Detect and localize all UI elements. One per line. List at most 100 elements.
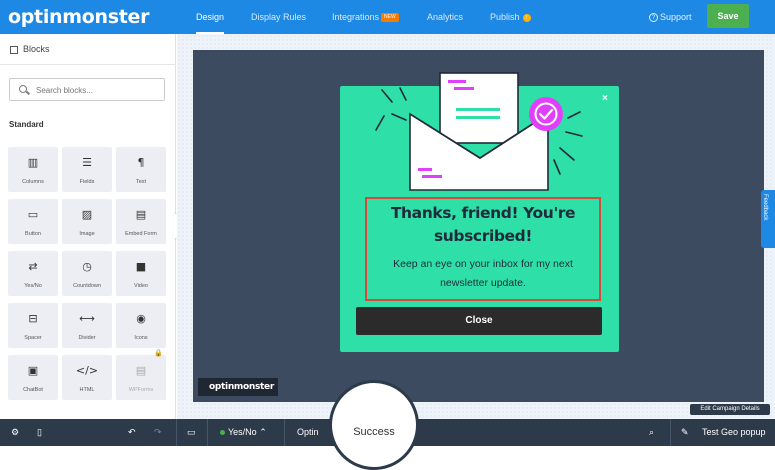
icons-icon: ◉	[136, 312, 146, 325]
tab-integrations[interactable]: Integrations NEW	[332, 0, 399, 34]
block-text[interactable]: ¶ Text	[116, 147, 166, 192]
view-selector-yes-no[interactable]: Yes/No ⌃	[220, 419, 267, 446]
view-optin-tab[interactable]: Optin	[297, 419, 319, 446]
embed-form-icon: ▤	[135, 208, 147, 221]
chevron-up-icon: ⌃	[259, 427, 267, 437]
block-icons[interactable]: ◉ Icons	[116, 303, 166, 348]
divider-icon: ⟷	[79, 312, 95, 325]
columns-icon: ▥	[27, 156, 39, 169]
tab-analytics-label: Analytics	[427, 12, 464, 22]
block-fields[interactable]: ☰ Fields	[62, 147, 112, 192]
support-label: Support	[660, 12, 692, 22]
separator	[284, 419, 285, 446]
lock-icon: 🔒	[154, 350, 163, 357]
block-label: Countdown	[73, 283, 101, 289]
optinmonster-logo[interactable]: optinmonster	[8, 6, 150, 28]
settings-gear-icon[interactable]: ⚙	[11, 419, 19, 446]
undo-icon[interactable]: ↶	[128, 419, 136, 446]
envelope-illustration	[375, 72, 583, 191]
block-label: Button	[25, 231, 41, 237]
block-label: Embed Form	[125, 231, 157, 237]
top-nav-bar: optinmonster Design Display Rules Integr…	[0, 0, 775, 34]
redo-icon[interactable]: ↷	[154, 419, 162, 446]
feedback-label: Feedback	[762, 194, 768, 221]
search-icon[interactable]: ⌕	[649, 419, 654, 446]
separator	[207, 419, 208, 446]
block-label: Yes/No	[24, 283, 42, 289]
support-link[interactable]: ? Support	[649, 0, 692, 34]
block-button[interactable]: ▭ Button	[8, 199, 58, 244]
tab-integrations-label: Integrations	[332, 12, 380, 22]
image-icon: ▨	[81, 208, 93, 221]
separator	[670, 419, 671, 446]
optinmonster-branding: optinmonster	[198, 378, 278, 396]
block-label: ChatBot	[23, 387, 43, 393]
edit-campaign-tooltip: Edit Campaign Details	[690, 404, 770, 415]
tab-display-rules[interactable]: Display Rules	[251, 0, 306, 34]
tab-design-label: Design	[196, 12, 225, 22]
help-icon: ?	[649, 13, 658, 23]
block-label: Video	[134, 283, 148, 289]
search-input[interactable]	[36, 83, 156, 97]
blocks-sidebar: Blocks Standard ▥ Columns ☰ Fields ¶ Text ▭ But…	[0, 34, 176, 419]
publish-alert-badge: !	[522, 13, 531, 22]
separator	[176, 419, 177, 446]
block-divider[interactable]: ⟷ Divider	[62, 303, 112, 348]
block-label: Spacer	[24, 335, 42, 341]
popup-heading[interactable]: Thanks, friend! You're subscribed!	[368, 202, 598, 248]
block-label: WPForms	[128, 387, 154, 393]
block-embed-form[interactable]: ▤ Embed Form	[116, 199, 166, 244]
section-label-standard: Standard	[9, 120, 44, 129]
block-yes-no[interactable]: ⇄ Yes/No	[8, 251, 58, 296]
block-countdown[interactable]: ◷ Countdown	[62, 251, 112, 296]
search-icon	[19, 85, 27, 93]
block-label: Icons	[134, 335, 148, 341]
block-columns[interactable]: ▥ Columns	[8, 147, 58, 192]
success-label: Success	[353, 426, 395, 438]
block-label: Divider	[78, 335, 96, 341]
logo-text: optinmonster	[8, 6, 150, 28]
tab-publish-label: Publish	[490, 12, 520, 22]
block-wpforms[interactable]: ▤ WPForms 🔒	[116, 350, 166, 400]
spacer-icon: ⊟	[28, 312, 38, 325]
save-button[interactable]: Save	[707, 4, 749, 28]
block-label: Text	[135, 179, 147, 185]
campaign-name[interactable]: Test Geo popup	[702, 419, 766, 446]
edit-pencil-icon[interactable]: ✎	[681, 419, 689, 446]
sidebar-title: Blocks	[23, 44, 50, 54]
block-label: Image	[79, 231, 95, 237]
block-image[interactable]: ▨ Image	[62, 199, 112, 244]
block-chatbot[interactable]: ▣ ChatBot	[8, 355, 58, 400]
divider	[0, 64, 176, 65]
view-success-tab[interactable]: Success	[329, 380, 419, 470]
fields-icon: ☰	[82, 156, 92, 169]
block-label: HTML	[79, 387, 95, 393]
popup-close-icon[interactable]: ×	[602, 93, 608, 104]
tab-publish[interactable]: Publish!	[490, 0, 531, 34]
close-button[interactable]: Close	[356, 307, 602, 335]
wpforms-icon: ▤	[135, 364, 147, 377]
yes-no-icon: ⇄	[28, 260, 38, 273]
block-spacer[interactable]: ⊟ Spacer	[8, 303, 58, 348]
block-label: Fields	[79, 179, 95, 185]
tab-analytics[interactable]: Analytics	[427, 0, 463, 34]
mobile-preview-icon[interactable]: ▯	[37, 419, 42, 446]
block-video[interactable]: ■ Video	[116, 251, 166, 296]
new-badge: NEW	[381, 13, 399, 23]
block-html[interactable]: </> HTML	[62, 355, 112, 400]
sidebar-header: Blocks	[10, 44, 50, 54]
html-icon: </>	[75, 364, 99, 377]
tab-display-rules-label: Display Rules	[251, 12, 307, 22]
block-label: Columns	[22, 179, 44, 185]
video-icon: ■	[135, 260, 147, 273]
tab-design[interactable]: Design	[196, 0, 225, 34]
blocks-icon	[10, 45, 18, 54]
view-yes-no-label: Yes/No	[228, 427, 257, 437]
countdown-icon: ◷	[82, 260, 92, 273]
feedback-tab[interactable]: Feedback	[761, 190, 775, 248]
popup-message[interactable]: Keep an eye on your inbox for my next ne…	[368, 255, 598, 293]
search-blocks-field[interactable]	[9, 78, 165, 101]
chatbot-icon: ▣	[27, 364, 39, 377]
view-toggle-icon[interactable]: ▭	[187, 419, 196, 446]
paragraph-icon: ¶	[137, 156, 145, 169]
